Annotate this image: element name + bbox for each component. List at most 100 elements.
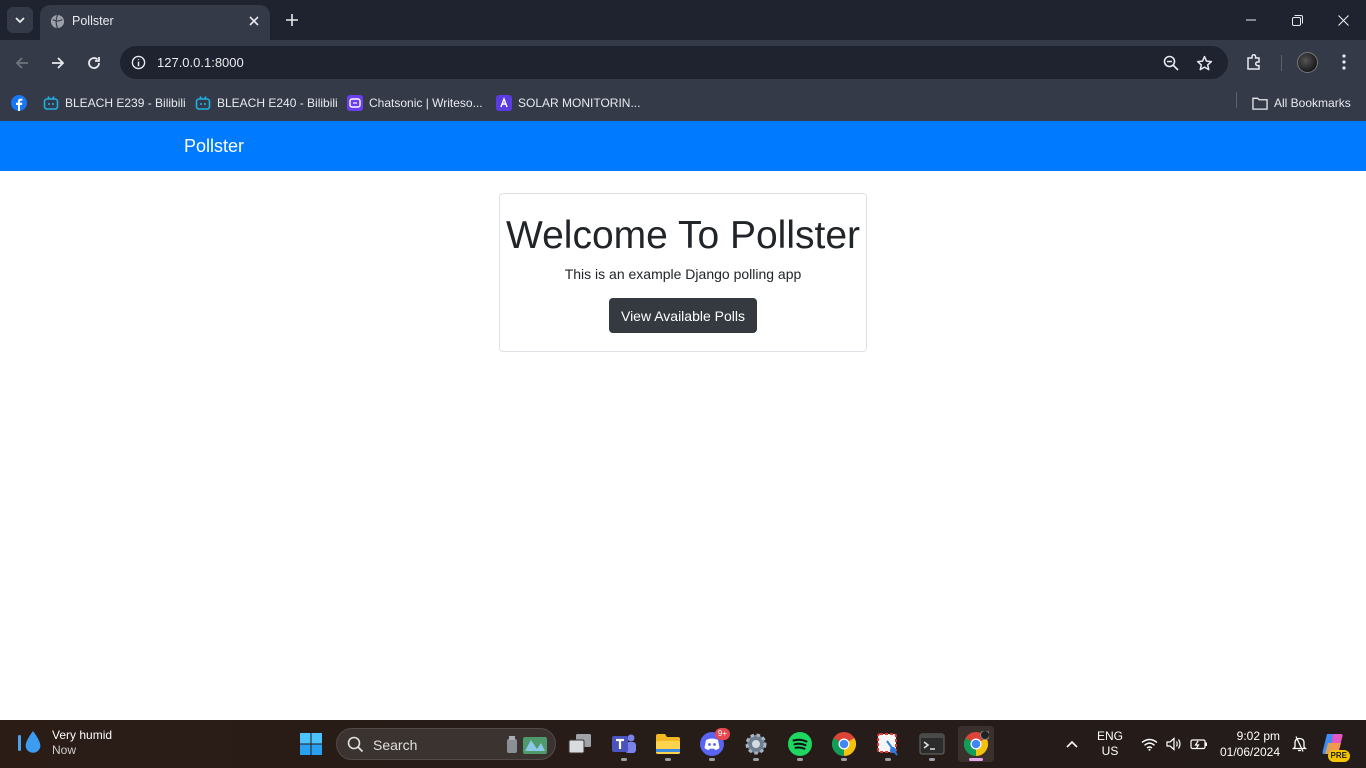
all-bookmarks-button[interactable]: All Bookmarks [1252, 92, 1351, 114]
region-code: US [1101, 744, 1119, 758]
running-indicator [665, 758, 671, 761]
clock-date: 01/06/2024 [1219, 745, 1281, 759]
clock-time: 9:02 pm [1236, 729, 1281, 743]
running-indicator [709, 758, 715, 761]
windows-logo-icon [300, 733, 322, 755]
restore-icon [1291, 14, 1303, 26]
bookmark-item[interactable]: BLEACH E240 - Bilibili [195, 92, 338, 114]
chrome-app[interactable] [826, 726, 862, 762]
browser-toolbar: 127.0.0.1:8000 [0, 40, 1366, 85]
browser-tab-strip: Pollster [0, 0, 1366, 40]
bookmark-label: BLEACH E240 - Bilibili [217, 96, 338, 110]
chrome-icon [831, 732, 857, 756]
new-tab-button[interactable] [280, 8, 304, 32]
extensions-button[interactable] [1243, 51, 1265, 73]
bookmarks-divider [1236, 92, 1237, 108]
reload-icon [88, 57, 100, 69]
bookmark-star-button[interactable] [1194, 53, 1214, 73]
folder-icon [656, 734, 680, 754]
discord-app[interactable]: 9+ [694, 726, 730, 762]
zoom-out-icon [1163, 55, 1179, 71]
file-explorer-app[interactable] [650, 726, 686, 762]
running-indicator [753, 758, 759, 761]
windows-taskbar: Very humid Now Search 9+ ENG US 9:02 pm … [0, 720, 1366, 768]
chrome-profile-app[interactable] [958, 726, 994, 762]
wifi-icon [1141, 738, 1157, 751]
tab-search-button[interactable] [7, 7, 33, 33]
teams-app[interactable] [606, 726, 642, 762]
tab-title: Pollster [72, 14, 114, 28]
site-info-button[interactable] [126, 50, 151, 75]
snipping-tool-app[interactable] [870, 726, 906, 762]
bookmark-item[interactable]: Chatsonic | Writeso... [347, 92, 483, 114]
reload-button[interactable] [81, 50, 107, 76]
address-bar[interactable]: 127.0.0.1:8000 [120, 46, 1228, 79]
task-view-icon [568, 734, 591, 754]
snipping-tool-icon [877, 733, 898, 756]
spotify-app[interactable] [782, 726, 818, 762]
bilibili-icon [43, 95, 59, 111]
globe-icon [50, 14, 65, 29]
copilot-button[interactable]: PRE [1318, 720, 1350, 768]
taskbar-search[interactable]: Search [336, 728, 556, 760]
welcome-jumbotron: Welcome To Pollster This is an example D… [499, 193, 867, 352]
restore-button[interactable] [1274, 0, 1320, 40]
more-vertical-icon [1342, 54, 1346, 70]
running-indicator [969, 758, 983, 761]
language-code: ENG [1096, 729, 1123, 743]
clock[interactable]: 9:02 pm 01/06/2024 [1214, 720, 1286, 768]
navbar-brand[interactable]: Pollster [184, 136, 244, 157]
browser-tab-active[interactable]: Pollster [40, 5, 270, 40]
all-bookmarks-label: All Bookmarks [1274, 96, 1351, 110]
zoom-button[interactable] [1161, 53, 1181, 73]
weather-condition: Very humid [52, 728, 113, 742]
system-status-tray[interactable] [1136, 720, 1212, 768]
start-button[interactable] [293, 726, 329, 762]
notification-bell-icon [1291, 736, 1307, 752]
volume-icon [1165, 737, 1181, 751]
show-hidden-icons-button[interactable] [1060, 720, 1084, 768]
url-text[interactable]: 127.0.0.1:8000 [157, 55, 244, 70]
bookmark-label: Chatsonic | Writeso... [369, 96, 483, 110]
chrome-icon [963, 731, 989, 756]
close-window-button[interactable] [1320, 0, 1366, 40]
plus-icon [286, 14, 298, 26]
search-highlight-icon [507, 736, 547, 754]
running-indicator [621, 758, 627, 761]
weather-time: Now [52, 743, 77, 757]
minimize-button[interactable] [1228, 0, 1274, 40]
humidity-drop-icon [18, 731, 41, 753]
notifications-button[interactable] [1289, 720, 1309, 768]
forward-button[interactable] [45, 50, 71, 76]
arrow-right-icon [52, 57, 65, 69]
back-button[interactable] [9, 50, 35, 76]
preview-badge: PRE [1327, 750, 1350, 762]
running-indicator [841, 758, 847, 761]
gear-icon [745, 733, 767, 755]
running-indicator [885, 758, 891, 761]
battery-charging-icon [1189, 739, 1207, 750]
minimize-icon [1246, 19, 1256, 21]
profile-avatar[interactable] [1297, 52, 1318, 73]
search-label: Search [373, 737, 418, 753]
bookmark-facebook[interactable] [11, 92, 27, 114]
settings-app[interactable] [738, 726, 774, 762]
search-icon [347, 736, 364, 753]
weather-widget[interactable]: Very humid Now [18, 728, 112, 758]
tab-close-button[interactable] [244, 11, 264, 31]
bookmark-item[interactable]: SOLAR MONITORIN... [496, 92, 640, 114]
view-polls-button[interactable]: View Available Polls [609, 298, 757, 333]
teams-icon [612, 734, 636, 753]
notification-badge: 9+ [714, 728, 730, 740]
language-indicator[interactable]: ENG US [1092, 720, 1128, 768]
bookmark-item[interactable]: BLEACH E239 - Bilibili [43, 92, 186, 114]
browser-menu-button[interactable] [1333, 51, 1355, 73]
terminal-app[interactable] [914, 726, 950, 762]
running-indicator [797, 758, 803, 761]
chevron-up-icon [1066, 740, 1078, 748]
puzzle-icon [1247, 53, 1260, 70]
page-subtitle: This is an example Django polling app [564, 266, 802, 282]
close-icon [249, 16, 259, 26]
task-view-button[interactable] [562, 726, 598, 762]
running-indicator [929, 758, 935, 761]
